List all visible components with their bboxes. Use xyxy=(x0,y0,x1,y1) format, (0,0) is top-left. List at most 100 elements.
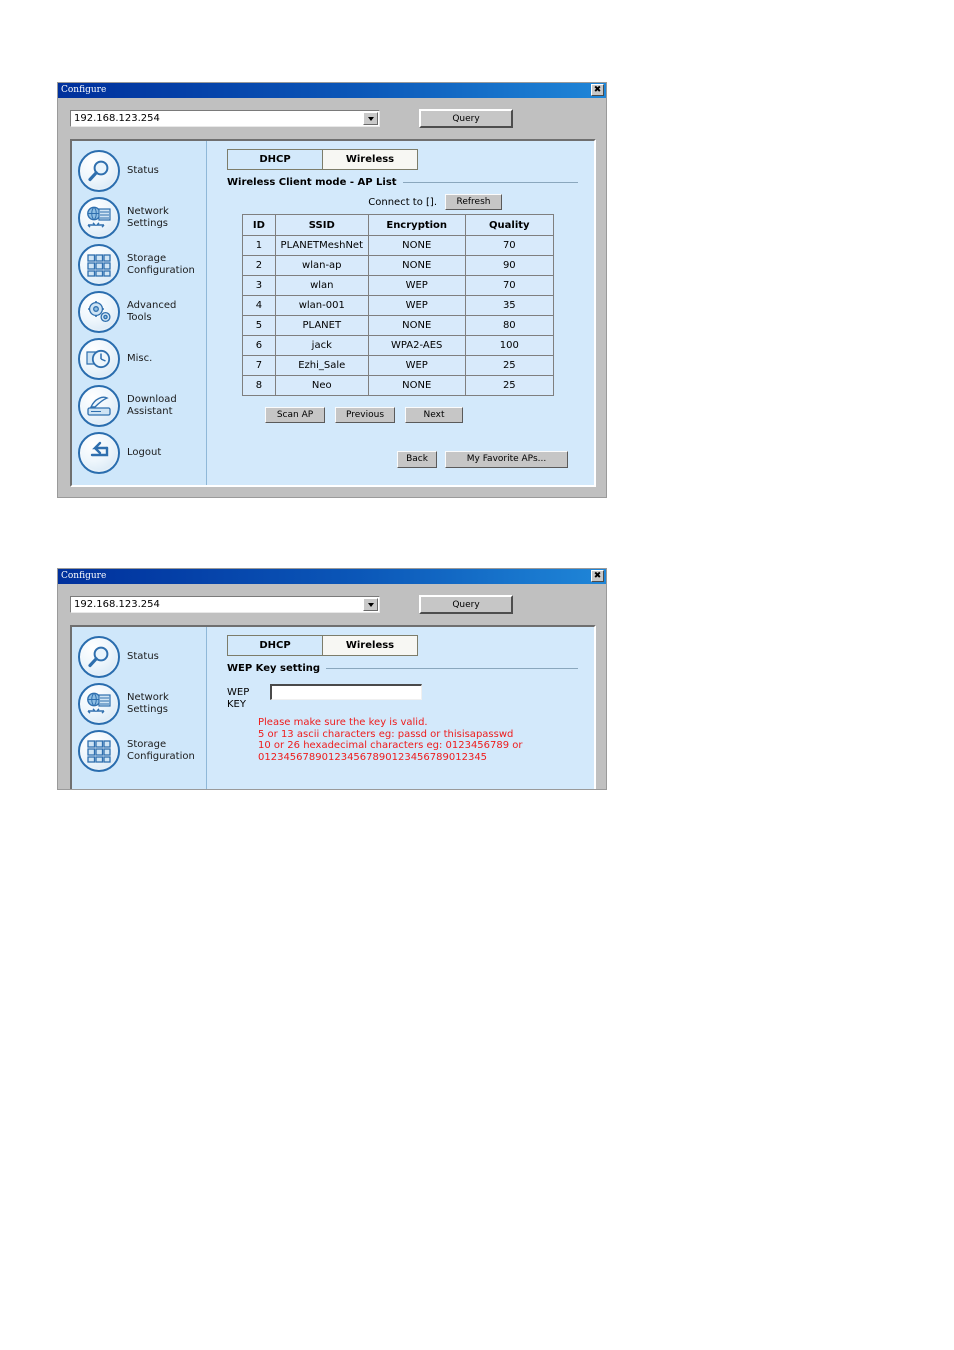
title-bar[interactable]: Configure ✖ xyxy=(58,569,606,584)
sidebar-item-storage-configuration[interactable]: Storage Configuration xyxy=(72,727,206,774)
cell-ssid: jack xyxy=(274,335,369,356)
cell-ssid: wlan-001 xyxy=(274,295,369,316)
logout-arrow-icon xyxy=(78,431,120,474)
main-content: DHCP Wireless Wireless Client mode - AP … xyxy=(207,141,594,485)
download-scanner-icon xyxy=(78,384,120,427)
table-row[interactable]: 1 PLANETMeshNet NONE 70 xyxy=(242,235,555,256)
note-line: 10 or 26 hexadecimal characters eg: 0123… xyxy=(258,740,523,751)
tab-wireless[interactable]: Wireless xyxy=(323,636,417,655)
wep-key-label: WEP KEY xyxy=(227,687,250,710)
cell-quality: 80 xyxy=(464,315,555,336)
query-button[interactable]: Query xyxy=(419,595,513,614)
clock-icon xyxy=(78,337,120,380)
tab-strip: DHCP Wireless xyxy=(227,635,418,656)
sidebar: Status Network Settings Storage Configur… xyxy=(72,627,207,789)
section-rule xyxy=(326,668,578,669)
sidebar-item-network-settings[interactable]: Network Settings xyxy=(72,680,206,727)
ap-action-buttons: Scan AP Previous Next xyxy=(265,407,594,423)
cell-encryption: WPA2-AES xyxy=(367,335,466,356)
close-icon[interactable]: ✖ xyxy=(591,570,604,582)
cell-quality: 70 xyxy=(464,275,555,296)
table-row[interactable]: 7 Ezhi_Sale WEP 25 xyxy=(242,355,555,376)
cell-quality: 35 xyxy=(464,295,555,316)
address-row: 192.168.123.254 Query xyxy=(70,109,513,128)
cell-encryption: NONE xyxy=(367,315,466,336)
title-bar[interactable]: Configure ✖ xyxy=(58,83,606,98)
network-globe-icon xyxy=(78,682,120,725)
table-row[interactable]: 4 wlan-001 WEP 35 xyxy=(242,295,555,316)
cell-id: 2 xyxy=(242,255,276,276)
sidebar-item-label: Advanced Tools xyxy=(127,299,177,323)
cell-encryption: NONE xyxy=(367,235,466,256)
my-favorite-aps-button[interactable]: My Favorite APs... xyxy=(445,451,568,468)
cell-id: 5 xyxy=(242,315,276,336)
note-line: Please make sure the key is valid. xyxy=(258,717,428,728)
table-row[interactable]: 3 wlan WEP 70 xyxy=(242,275,555,296)
storage-grid-icon xyxy=(78,243,120,286)
sidebar-item-advanced-tools[interactable]: Advanced Tools xyxy=(72,288,206,335)
chevron-down-icon[interactable] xyxy=(363,598,378,611)
cell-encryption: NONE xyxy=(367,375,466,396)
sidebar-item-label: Storage Configuration xyxy=(127,738,195,762)
chevron-down-icon[interactable] xyxy=(363,112,378,125)
host-address-value: 192.168.123.254 xyxy=(74,113,160,124)
next-button[interactable]: Next xyxy=(405,407,463,423)
back-button[interactable]: Back xyxy=(397,451,437,468)
refresh-button[interactable]: Refresh xyxy=(445,194,502,210)
column-header-encryption: Encryption xyxy=(367,214,466,236)
cell-ssid: PLANET xyxy=(274,315,369,336)
section-header: WEP Key setting xyxy=(227,663,594,674)
sidebar-item-download-assistant[interactable]: Download Assistant xyxy=(72,382,206,429)
sidebar-item-label: Logout xyxy=(127,446,162,458)
query-button[interactable]: Query xyxy=(419,109,513,128)
magnifier-icon xyxy=(78,149,120,192)
section-title: Wireless Client mode - AP List xyxy=(227,177,397,188)
note-line: 012345678901234567890123456789012345 xyxy=(258,751,488,763)
connect-to-label: Connect to []. xyxy=(368,196,437,208)
section-rule xyxy=(402,182,578,183)
tab-dhcp[interactable]: DHCP xyxy=(228,150,323,169)
host-address-combobox[interactable]: 192.168.123.254 xyxy=(70,596,380,613)
cell-ssid: Ezhi_Sale xyxy=(274,355,369,376)
table-row[interactable]: 8 Neo NONE 25 xyxy=(242,375,555,396)
column-header-ssid: SSID xyxy=(274,214,369,236)
window-title: Configure xyxy=(61,85,107,95)
cell-ssid: wlan-ap xyxy=(274,255,369,276)
table-row[interactable]: 5 PLANET NONE 80 xyxy=(242,315,555,336)
magnifier-icon xyxy=(78,635,120,678)
wep-key-row: WEP KEY xyxy=(227,684,594,711)
storage-grid-icon xyxy=(78,729,120,772)
configure-window-wep-key[interactable]: Configure ✖ 192.168.123.254 Query Status xyxy=(57,568,607,790)
cell-quality: 25 xyxy=(464,375,555,396)
tab-strip: DHCP Wireless xyxy=(227,149,418,170)
sidebar-item-label: Status xyxy=(127,650,159,662)
cell-quality: 100 xyxy=(464,335,555,356)
sidebar-item-misc[interactable]: Misc. xyxy=(72,335,206,382)
column-header-id: ID xyxy=(242,214,276,236)
cell-quality: 25 xyxy=(464,355,555,376)
cell-quality: 90 xyxy=(464,255,555,276)
close-icon[interactable]: ✖ xyxy=(591,84,604,96)
cell-ssid: Neo xyxy=(274,375,369,396)
tab-wireless[interactable]: Wireless xyxy=(323,150,417,169)
wep-key-input[interactable] xyxy=(270,684,422,700)
sidebar-item-status[interactable]: Status xyxy=(72,633,206,680)
cell-id: 6 xyxy=(242,335,276,356)
tab-dhcp[interactable]: DHCP xyxy=(228,636,323,655)
scan-ap-button[interactable]: Scan AP xyxy=(265,407,325,423)
sidebar-item-storage-configuration[interactable]: Storage Configuration xyxy=(72,241,206,288)
sidebar-item-status[interactable]: Status xyxy=(72,147,206,194)
column-header-quality: Quality xyxy=(464,214,555,236)
configure-window-ap-list[interactable]: Configure ✖ 192.168.123.254 Query Status xyxy=(57,82,607,498)
host-address-combobox[interactable]: 192.168.123.254 xyxy=(70,110,380,127)
previous-button[interactable]: Previous xyxy=(335,407,395,423)
sidebar-item-label: Status xyxy=(127,164,159,176)
window-title: Configure xyxy=(61,571,107,581)
sidebar-item-logout[interactable]: Logout xyxy=(72,429,206,476)
table-row[interactable]: 6 jack WPA2-AES 100 xyxy=(242,335,555,356)
table-row[interactable]: 2 wlan-ap NONE 90 xyxy=(242,255,555,276)
sidebar-item-network-settings[interactable]: Network Settings xyxy=(72,194,206,241)
sidebar-item-label: Download Assistant xyxy=(127,393,177,417)
connect-to-row: Connect to []. Refresh xyxy=(207,194,502,210)
cell-quality: 70 xyxy=(464,235,555,256)
